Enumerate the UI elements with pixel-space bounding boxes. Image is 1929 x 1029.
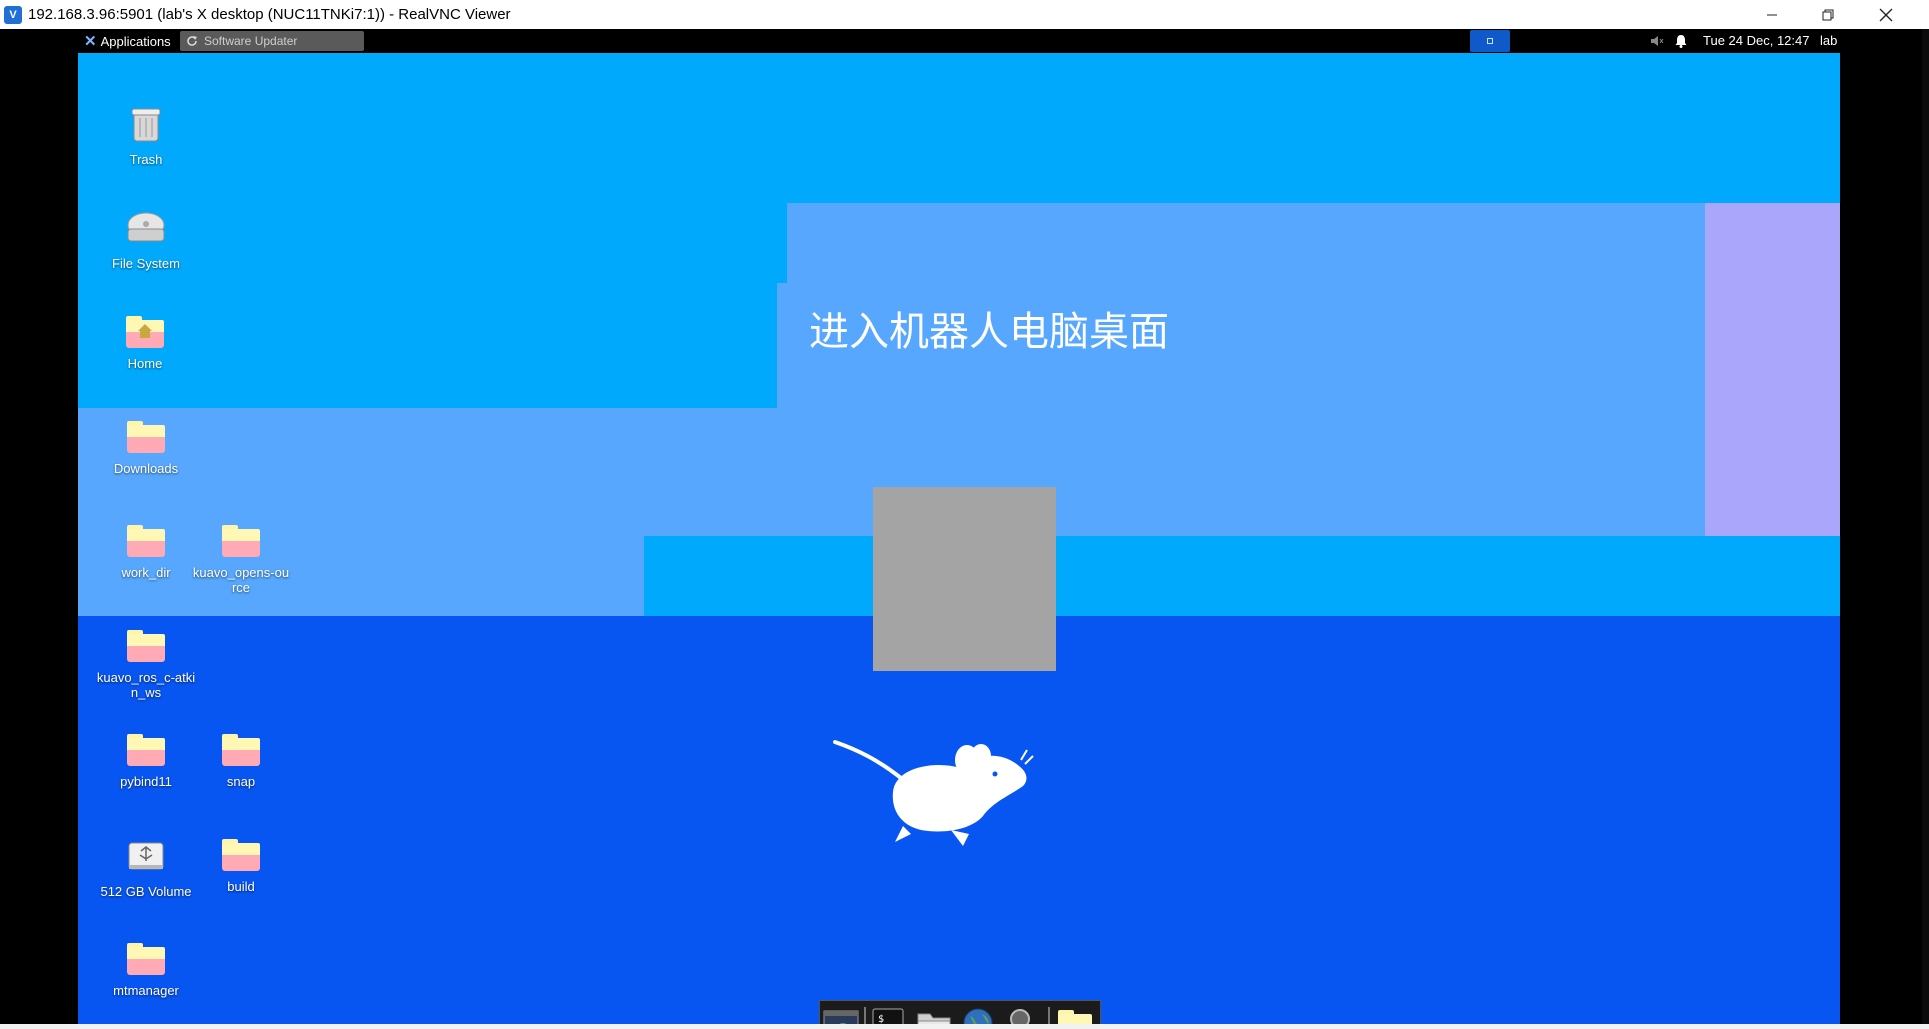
icon-label: Home	[127, 356, 163, 371]
minimize-button[interactable]	[1744, 0, 1800, 29]
folder-icon	[125, 419, 167, 457]
close-icon	[1879, 8, 1893, 21]
folder-icon	[125, 523, 167, 561]
bg-lavender-region	[1705, 203, 1840, 536]
icon-label: pybind11	[120, 774, 172, 789]
task-label: Software Updater	[204, 34, 298, 48]
desktop-icon-kuavo-ros-catkin-ws[interactable]: kuavo_ros_c-atkin_ws	[96, 628, 196, 700]
trash-icon	[131, 108, 161, 142]
desktop-icon-downloads[interactable]: Downloads	[96, 419, 196, 476]
svg-text:$_: $_	[878, 1014, 891, 1024]
desktop-icon-trash[interactable]: Trash	[96, 105, 196, 167]
home-folder-icon	[124, 314, 166, 352]
icon-label: kuavo_ros_c-atkin_ws	[96, 670, 196, 700]
panel-user[interactable]: lab	[1820, 33, 1837, 48]
applications-menu-button[interactable]: ✕ Applications	[80, 31, 175, 51]
folder-icon	[220, 523, 262, 561]
desktop-icon-home[interactable]: Home	[95, 314, 195, 371]
viewer-scrollbar[interactable]	[1922, 29, 1929, 1024]
desktop-icon-file-system[interactable]: File System	[96, 209, 196, 271]
taskbar-software-updater[interactable]: Software Updater	[180, 31, 364, 51]
folder-icon	[125, 732, 167, 770]
window-bottom-border	[0, 1024, 1929, 1029]
sound-muted-icon[interactable]	[1649, 33, 1665, 49]
folder-icon[interactable]	[1056, 1006, 1092, 1024]
close-button[interactable]	[1858, 0, 1914, 29]
bg-cyan-strip	[644, 536, 1840, 572]
desktop-icon-work-dir[interactable]: work_dir	[96, 523, 196, 580]
workspace-switcher[interactable]	[1470, 30, 1510, 52]
desktop-icon-mtmanager[interactable]: mtmanager	[96, 941, 196, 998]
icon-label: mtmanager	[113, 983, 179, 998]
folder-icon	[220, 732, 262, 770]
top-panel: ✕ Applications Software Updater Tue 24 D…	[78, 29, 1840, 53]
xfce-mouse-logo-icon	[833, 740, 1034, 846]
desktop-icon-kuavo-opensource[interactable]: kuavo_opens-ource	[191, 523, 291, 595]
desktop[interactable]: 进入机器人电脑桌面 Trash File System Home Downloa…	[78, 53, 1840, 1024]
window-title: 192.168.3.96:5901 (lab's X desktop (NUC1…	[28, 6, 511, 23]
bell-icon[interactable]	[1673, 33, 1689, 49]
icon-label: Downloads	[113, 461, 179, 476]
bottom-dock: $_	[819, 1000, 1101, 1024]
file-manager-icon[interactable]	[916, 1006, 952, 1024]
minimize-icon	[1767, 14, 1777, 15]
folder-icon	[125, 941, 167, 979]
folder-icon	[220, 837, 262, 875]
refresh-icon	[187, 36, 197, 46]
icon-label: build	[227, 879, 255, 894]
show-desktop-icon[interactable]	[823, 1006, 859, 1024]
bg-cyan-notch	[644, 572, 875, 616]
icon-label: snap	[226, 774, 256, 789]
realvnc-logo-icon: V	[4, 6, 22, 24]
icon-label: File System	[112, 256, 180, 271]
drive-icon	[127, 212, 165, 242]
desktop-icon-pybind11[interactable]: pybind11	[96, 732, 196, 789]
remote-viewport[interactable]: ✕ Applications Software Updater Tue 24 D…	[0, 29, 1929, 1024]
window-titlebar: V 192.168.3.96:5901 (lab's X desktop (NU…	[0, 0, 1929, 29]
desktop-icon-512gb-volume[interactable]: 512 GB Volume	[96, 837, 196, 899]
desktop-icon-snap[interactable]: snap	[191, 732, 291, 789]
web-browser-icon[interactable]	[960, 1006, 996, 1024]
workspace-icon	[1487, 38, 1493, 44]
folder-icon	[125, 628, 167, 666]
search-icon[interactable]	[1006, 1006, 1042, 1024]
restore-button[interactable]	[1800, 0, 1856, 29]
terminal-icon[interactable]: $_	[870, 1006, 906, 1024]
icon-label: 512 GB Volume	[100, 884, 192, 899]
applications-label: Applications	[100, 33, 171, 49]
grey-placeholder-box	[873, 487, 1056, 671]
panel-clock[interactable]: Tue 24 Dec, 12:47	[1703, 33, 1809, 48]
icon-label: kuavo_opens-ource	[192, 565, 290, 595]
icon-label: work_dir	[121, 565, 171, 580]
desktop-icon-build[interactable]: build	[191, 837, 291, 894]
desktop-headline: 进入机器人电脑桌面	[809, 310, 1169, 354]
icon-label: Trash	[129, 152, 163, 167]
xfce-icon: ✕	[84, 33, 97, 50]
dock-separator	[1048, 1007, 1050, 1024]
dock-separator	[864, 1007, 866, 1024]
usb-drive-icon	[128, 842, 164, 870]
restore-icon	[1822, 9, 1834, 20]
